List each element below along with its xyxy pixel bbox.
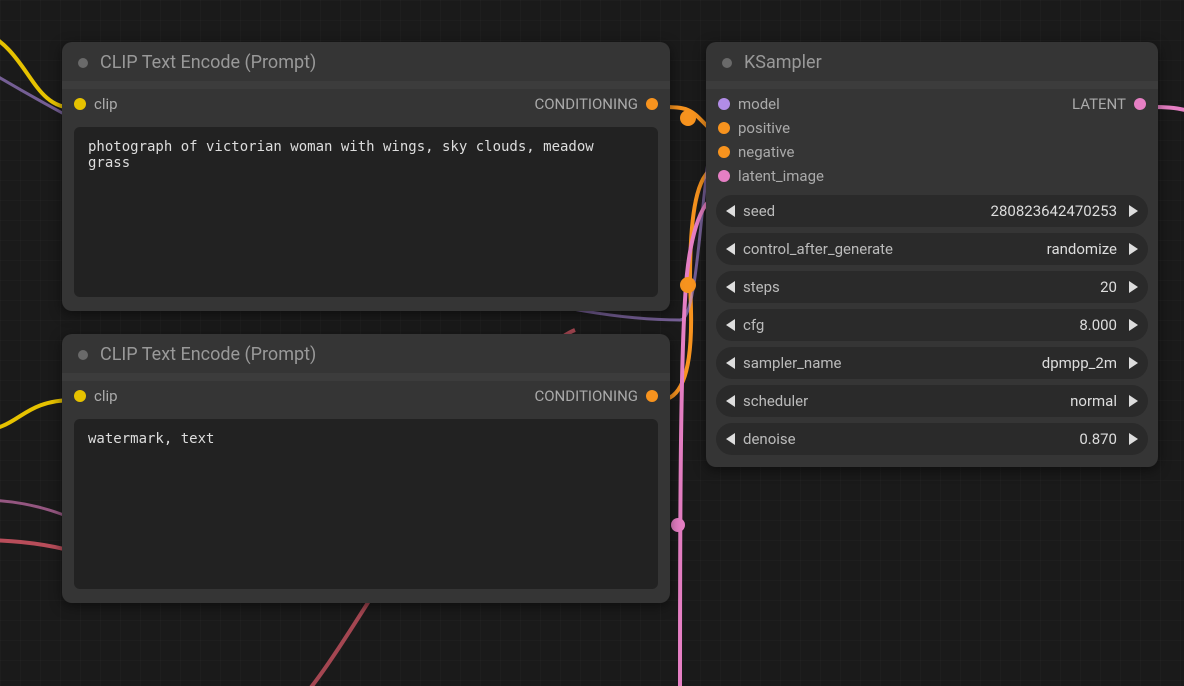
input-port-model[interactable]: model <box>718 95 824 113</box>
arrow-right-icon[interactable] <box>1129 433 1138 445</box>
param-label: sampler_name <box>743 354 841 372</box>
arrow-left-icon[interactable] <box>726 433 735 445</box>
arrow-right-icon[interactable] <box>1129 243 1138 255</box>
collapse-dot-icon[interactable] <box>722 58 732 68</box>
port-dot-icon <box>718 98 730 110</box>
param-value[interactable]: dpmpp_2m <box>1042 354 1121 372</box>
port-label: model <box>738 95 780 113</box>
input-port-clip[interactable]: clip <box>74 95 118 113</box>
arrow-right-icon[interactable] <box>1129 319 1138 331</box>
arrow-right-icon[interactable] <box>1129 205 1138 217</box>
port-dot-icon <box>646 98 658 110</box>
arrow-left-icon[interactable] <box>726 205 735 217</box>
param-value[interactable]: randomize <box>1047 240 1121 258</box>
prompt-text-input[interactable]: photograph of victorian woman with wings… <box>74 127 658 297</box>
node-title: CLIP Text Encode (Prompt) <box>100 344 316 365</box>
param-label: seed <box>743 202 775 220</box>
param-seed[interactable]: seed 280823642470253 <box>716 195 1148 227</box>
param-scheduler[interactable]: scheduler normal <box>716 385 1148 417</box>
node-header[interactable]: CLIP Text Encode (Prompt) <box>62 334 670 381</box>
arrow-left-icon[interactable] <box>726 395 735 407</box>
node-title: CLIP Text Encode (Prompt) <box>100 52 316 73</box>
param-label: cfg <box>743 316 764 334</box>
port-dot-icon <box>646 390 658 402</box>
port-label: CONDITIONING <box>534 387 638 405</box>
param-value[interactable]: 8.000 <box>1079 316 1121 334</box>
output-port-latent[interactable]: LATENT <box>1072 95 1146 113</box>
arrow-right-icon[interactable] <box>1129 395 1138 407</box>
input-port-negative[interactable]: negative <box>718 143 824 161</box>
collapse-dot-icon[interactable] <box>78 58 88 68</box>
port-label: clip <box>94 95 118 113</box>
param-sampler-name[interactable]: sampler_name dpmpp_2m <box>716 347 1148 379</box>
param-label: scheduler <box>743 392 808 410</box>
node-ksampler[interactable]: KSampler model positive negative latent_… <box>706 42 1158 467</box>
port-dot-icon <box>718 146 730 158</box>
param-value[interactable]: 20 <box>1100 278 1121 296</box>
arrow-left-icon[interactable] <box>726 281 735 293</box>
arrow-right-icon[interactable] <box>1129 281 1138 293</box>
param-label: control_after_generate <box>743 240 893 258</box>
port-dot-icon <box>718 122 730 134</box>
arrow-left-icon[interactable] <box>726 243 735 255</box>
param-steps[interactable]: steps 20 <box>716 271 1148 303</box>
input-port-clip[interactable]: clip <box>74 387 118 405</box>
port-label: CONDITIONING <box>534 95 638 113</box>
port-dot-icon <box>74 390 86 402</box>
port-label: positive <box>738 119 790 137</box>
port-dot-icon <box>74 98 86 110</box>
param-denoise[interactable]: denoise 0.870 <box>716 423 1148 455</box>
param-cfg[interactable]: cfg 8.000 <box>716 309 1148 341</box>
param-label: steps <box>743 278 780 296</box>
input-port-positive[interactable]: positive <box>718 119 824 137</box>
param-value[interactable]: normal <box>1070 392 1121 410</box>
port-label: LATENT <box>1072 95 1126 113</box>
node-title: KSampler <box>744 52 822 73</box>
node-header[interactable]: CLIP Text Encode (Prompt) <box>62 42 670 89</box>
param-value[interactable]: 280823642470253 <box>991 202 1121 220</box>
arrow-left-icon[interactable] <box>726 357 735 369</box>
param-control-after-generate[interactable]: control_after_generate randomize <box>716 233 1148 265</box>
arrow-right-icon[interactable] <box>1129 357 1138 369</box>
node-header[interactable]: KSampler <box>706 42 1158 89</box>
collapse-dot-icon[interactable] <box>78 350 88 360</box>
param-label: denoise <box>743 430 796 448</box>
port-label: latent_image <box>738 167 824 185</box>
node-clip-text-encode-positive[interactable]: CLIP Text Encode (Prompt) clip CONDITION… <box>62 42 670 311</box>
param-value[interactable]: 0.870 <box>1079 430 1121 448</box>
port-label: negative <box>738 143 795 161</box>
port-dot-icon <box>718 170 730 182</box>
arrow-left-icon[interactable] <box>726 319 735 331</box>
input-port-latent-image[interactable]: latent_image <box>718 167 824 185</box>
port-label: clip <box>94 387 118 405</box>
prompt-text-input[interactable]: watermark, text <box>74 419 658 589</box>
node-clip-text-encode-negative[interactable]: CLIP Text Encode (Prompt) clip CONDITION… <box>62 334 670 603</box>
output-port-conditioning[interactable]: CONDITIONING <box>534 95 658 113</box>
output-port-conditioning[interactable]: CONDITIONING <box>534 387 658 405</box>
port-dot-icon <box>1134 98 1146 110</box>
